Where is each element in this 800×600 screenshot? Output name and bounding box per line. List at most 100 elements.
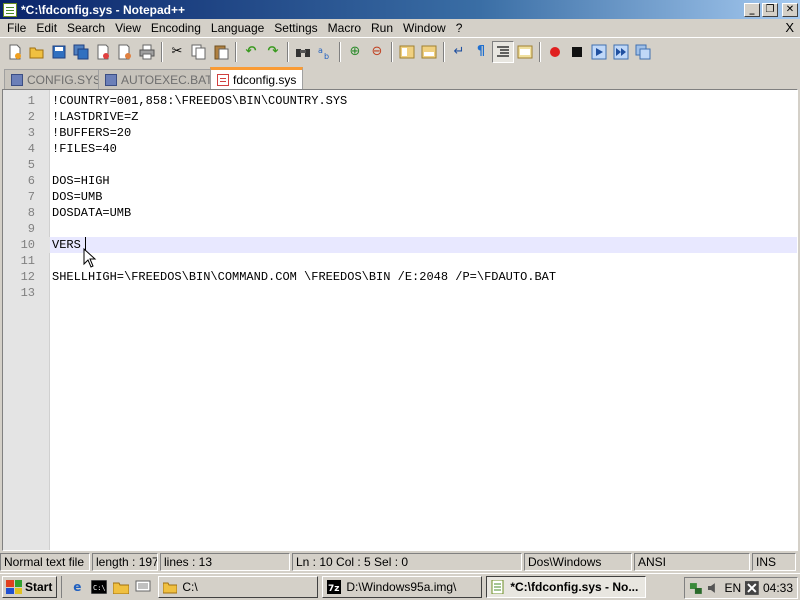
menu-bar: File Edit Search View Encoding Language … [0, 19, 800, 37]
line-number: 10 [3, 237, 50, 253]
line-text: !FILES=40 [52, 142, 117, 156]
menu-run[interactable]: Run [366, 21, 398, 35]
undo-icon[interactable]: ↶ [240, 41, 262, 63]
start-button[interactable]: Start [2, 576, 58, 598]
editor-line[interactable]: 9 [3, 221, 797, 237]
word-wrap-icon[interactable]: ↵ [448, 41, 470, 63]
editor-line[interactable]: 1 !COUNTRY=001,858:\FREEDOS\BIN\COUNTRY.S… [3, 93, 797, 109]
save-icon[interactable] [48, 41, 70, 63]
menu-encoding[interactable]: Encoding [146, 21, 206, 35]
stop-macro-icon[interactable] [566, 41, 588, 63]
user-defined-dialog-icon[interactable] [514, 41, 536, 63]
editor-line[interactable]: 6 DOS=HIGH [3, 173, 797, 189]
toolbar-separator [339, 41, 341, 62]
find-icon[interactable] [292, 41, 314, 63]
line-number: 1 [27, 94, 35, 108]
close-document-icon[interactable]: X [785, 20, 794, 35]
copy-icon[interactable] [188, 41, 210, 63]
minimize-button[interactable]: _ [744, 2, 760, 17]
line-text: DOSDATA=UMB [52, 206, 132, 220]
line-number: 5 [27, 158, 35, 172]
cut-icon[interactable]: ✂ [166, 41, 188, 63]
save-macro-icon[interactable] [632, 41, 654, 63]
zoom-in-icon[interactable]: ⊕ [344, 41, 366, 63]
unsaved-file-icon [217, 73, 229, 86]
notepadpp-icon [491, 580, 504, 594]
menu-search[interactable]: Search [62, 21, 110, 35]
internet-explorer-icon[interactable]: e [66, 576, 88, 598]
restore-button[interactable]: ❐ [762, 2, 778, 17]
tab-label: CONFIG.SYS [27, 72, 102, 87]
editor-line[interactable]: 4 !FILES=40 [3, 141, 797, 157]
close-button[interactable]: ✕ [782, 2, 798, 17]
tab-autoexec-bat[interactable]: AUTOEXEC.BAT [98, 69, 220, 89]
menu-language[interactable]: Language [206, 21, 269, 35]
sync-horizontal-icon[interactable] [418, 41, 440, 63]
play-macro-icon[interactable] [588, 41, 610, 63]
system-tray: EN 04:33 [684, 577, 798, 599]
line-text: DOS=UMB [52, 190, 103, 204]
save-all-icon[interactable] [70, 41, 92, 63]
document-tab-bar: CONFIG.SYS AUTOEXEC.BAT fdconfig.sys [0, 67, 800, 89]
line-number: 11 [20, 254, 35, 268]
sync-vertical-icon[interactable] [396, 41, 418, 63]
close-all-icon[interactable] [114, 41, 136, 63]
line-text: DOS=HIGH [52, 174, 110, 188]
menu-settings[interactable]: Settings [269, 21, 322, 35]
task-label: *C:\fdconfig.sys - No... [510, 580, 639, 594]
run-macro-multiple-icon[interactable] [610, 41, 632, 63]
editor-line[interactable]: 7 DOS=UMB [3, 189, 797, 205]
redo-icon[interactable]: ↷ [262, 41, 284, 63]
task-button-notepadpp[interactable]: *C:\fdconfig.sys - No... [486, 576, 647, 598]
task-label: D:\Windows95a.img\ [346, 580, 457, 594]
text-editor[interactable]: 1 !COUNTRY=001,858:\FREEDOS\BIN\COUNTRY.S… [2, 89, 798, 551]
editor-line[interactable]: 5 [3, 157, 797, 173]
task-button-c-drive[interactable]: C:\ [158, 576, 319, 598]
notepadpp-app-icon[interactable] [3, 2, 17, 17]
current-editor-line[interactable]: 10 VERS [3, 237, 797, 253]
editor-line[interactable]: 3 !BUFFERS=20 [3, 125, 797, 141]
editor-line[interactable]: 2 !LASTDRIVE=Z [3, 109, 797, 125]
menu-file[interactable]: File [2, 21, 31, 35]
language-indicator[interactable]: EN [725, 581, 742, 595]
zoom-out-icon[interactable]: ⊖ [366, 41, 388, 63]
status-cursor-position: Ln : 10 Col : 5 Sel : 0 [292, 553, 522, 571]
command-prompt-icon[interactable]: C:\ [88, 576, 110, 598]
editor-line[interactable]: 13 [3, 285, 797, 301]
network-icon[interactable] [689, 581, 703, 595]
title-bar[interactable]: *C:\fdconfig.sys - Notepad++ _ ❐ ✕ [0, 0, 800, 19]
task-label: C:\ [182, 580, 198, 594]
open-file-icon[interactable] [26, 41, 48, 63]
print-icon[interactable] [136, 41, 158, 63]
editor-line[interactable]: 12 SHELLHIGH=\FREEDOS\BIN\COMMAND.COM \FR… [3, 269, 797, 285]
menu-help[interactable]: ? [451, 21, 468, 35]
line-number: 2 [27, 110, 35, 124]
tab-fdconfig-sys[interactable]: fdconfig.sys [210, 67, 304, 89]
toolbar-separator [443, 41, 445, 62]
indent-guide-icon[interactable] [492, 40, 514, 63]
tab-config-sys[interactable]: CONFIG.SYS [4, 69, 109, 89]
7zip-icon: 7z [327, 580, 342, 594]
clock[interactable]: 04:33 [763, 581, 793, 595]
menu-edit[interactable]: Edit [31, 21, 62, 35]
editor-line[interactable]: 11 [3, 253, 797, 269]
mouse-pointer-icon [83, 248, 97, 268]
close-icon[interactable] [92, 41, 114, 63]
explorer-folder-icon[interactable] [110, 576, 132, 598]
saved-file-icon [105, 73, 117, 86]
line-number: 7 [27, 190, 35, 204]
paste-icon[interactable] [210, 41, 232, 63]
show-all-characters-icon[interactable]: ¶ [470, 41, 492, 63]
record-macro-icon[interactable] [544, 41, 566, 63]
menu-window[interactable]: Window [398, 21, 451, 35]
task-button-7zip[interactable]: 7z D:\Windows95a.img\ [322, 576, 483, 598]
status-encoding: ANSI [634, 553, 750, 571]
editor-line[interactable]: 8 DOSDATA=UMB [3, 205, 797, 221]
menu-view[interactable]: View [110, 21, 146, 35]
new-file-icon[interactable] [4, 41, 26, 63]
volume-icon[interactable] [707, 581, 721, 595]
menu-macro[interactable]: Macro [323, 21, 366, 35]
safely-remove-hardware-icon[interactable] [745, 581, 759, 595]
replace-icon[interactable]: ab [314, 41, 336, 63]
show-desktop-icon[interactable] [132, 576, 154, 598]
